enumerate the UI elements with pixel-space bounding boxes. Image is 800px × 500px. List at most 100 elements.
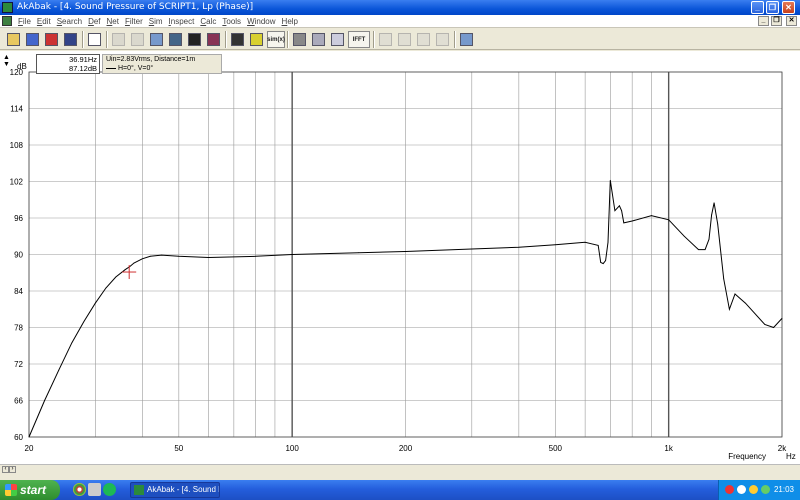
legend-swatch	[106, 67, 116, 69]
scroll-up-icon[interactable]: ▲	[3, 54, 10, 61]
menu-tools[interactable]: Tools	[219, 16, 244, 27]
battery-icon[interactable]	[229, 31, 246, 48]
menu-filter[interactable]: Filter	[122, 16, 146, 27]
x-tick-label: 50	[174, 444, 183, 453]
data-point	[717, 223, 719, 225]
tray-icon-3[interactable]	[749, 485, 758, 494]
start-label: start	[20, 483, 47, 497]
data-point	[614, 210, 616, 212]
grid-icon[interactable]	[329, 31, 346, 48]
tray-icon-4[interactable]	[761, 485, 770, 494]
cursor-icon[interactable]	[110, 31, 127, 48]
y-tick-label: 84	[14, 287, 23, 296]
data-point	[619, 205, 620, 207]
menu-edit[interactable]: Edit	[34, 16, 54, 27]
x-tick-label: 20	[25, 444, 34, 453]
data-point	[698, 249, 699, 251]
zoom-icon[interactable]	[310, 31, 327, 48]
speaker-icon-glyph	[45, 33, 58, 46]
sim-label[interactable]: sim(x)	[267, 31, 285, 48]
maximize-button[interactable]: ❐	[766, 1, 779, 14]
minimize-button[interactable]: _	[751, 1, 764, 14]
y-tick-label: 66	[14, 397, 23, 406]
save-icon-glyph	[26, 33, 39, 46]
nav-right-icon[interactable]	[396, 31, 413, 48]
y-tick-label: 114	[10, 105, 23, 114]
document-icon[interactable]	[2, 16, 12, 26]
table-icon[interactable]	[458, 31, 475, 48]
data-point	[605, 260, 607, 261]
data-point	[44, 400, 45, 401]
menu-sim[interactable]: Sim	[146, 16, 166, 27]
menu-window[interactable]: Window	[244, 16, 278, 27]
scroll-right-icon[interactable]: ›	[9, 466, 16, 473]
data-point	[764, 324, 766, 325]
frequency-response-chart[interactable]: 6066727884909610210811412020 50 100 200 500 1…	[0, 51, 800, 464]
mdi-restore-button[interactable]: ❐	[771, 16, 782, 26]
close-button[interactable]: ✕	[782, 1, 795, 14]
toolbar-separator	[82, 31, 84, 48]
marker-icon[interactable]	[205, 31, 222, 48]
tray-icon-1[interactable]	[725, 485, 734, 494]
data-point	[149, 255, 151, 257]
data-point	[105, 287, 107, 289]
y-tick-label: 96	[14, 214, 23, 223]
data-point	[83, 321, 85, 322]
cursor-readout: 36.91Hz 87.12dB	[36, 54, 100, 74]
y-tick-label: 108	[10, 141, 24, 150]
circuit-icon[interactable]	[62, 31, 79, 48]
data-point	[723, 278, 725, 280]
menu-help[interactable]: Help	[279, 16, 301, 27]
toolbar-separator	[454, 31, 456, 48]
mdi-close-button[interactable]: ✕	[786, 16, 797, 26]
y-tick-label: 90	[14, 251, 23, 260]
menu-net[interactable]: Net	[104, 16, 122, 27]
filter-icon[interactable]	[167, 31, 184, 48]
menu-file[interactable]: File	[15, 16, 34, 27]
data-point	[592, 243, 594, 245]
axis-icon[interactable]	[291, 31, 308, 48]
y-tick-label: 72	[14, 360, 23, 369]
data-point	[631, 220, 633, 222]
open-icon[interactable]	[5, 31, 22, 48]
menu-calc[interactable]: Calc	[197, 16, 219, 27]
save-icon[interactable]	[24, 31, 41, 48]
taskbar-akabak-button[interactable]: AkAbak - [4. Sound P...	[130, 482, 220, 498]
chrome-icon[interactable]	[73, 483, 86, 496]
data-point	[668, 219, 670, 221]
windows-flag-icon	[5, 484, 17, 496]
start-button[interactable]: start	[0, 480, 60, 500]
data-point	[518, 246, 520, 248]
data-point	[133, 262, 135, 264]
ifft-label[interactable]: IFFT	[348, 31, 370, 48]
nav-up-icon[interactable]	[415, 31, 432, 48]
legend-series-label: H=0°, V=0°	[118, 65, 154, 72]
compare-icon[interactable]	[148, 31, 165, 48]
nav-left-icon[interactable]	[377, 31, 394, 48]
toolbar-separator	[225, 31, 227, 48]
tray-icon-2[interactable]	[737, 485, 746, 494]
nav-down-icon[interactable]	[434, 31, 451, 48]
data-point	[554, 244, 556, 246]
data-point	[708, 238, 710, 240]
meter-icon[interactable]	[248, 31, 265, 48]
scroll-left-icon[interactable]: ‹	[2, 466, 9, 473]
data-point	[745, 302, 746, 304]
cursor-up-icon[interactable]	[129, 31, 146, 48]
new-chart-icon[interactable]	[86, 31, 103, 48]
menu-def[interactable]: Def	[85, 16, 103, 27]
app-quicklaunch-icon[interactable]	[88, 483, 101, 496]
x-tick-label: 200	[399, 444, 413, 453]
data-point	[621, 210, 623, 212]
scroll-down-icon[interactable]: ▼	[3, 61, 10, 68]
plot-icon[interactable]	[186, 31, 203, 48]
mdi-minimize-button[interactable]: _	[758, 16, 769, 26]
app-icon[interactable]	[2, 2, 13, 13]
marker-icon-glyph	[207, 33, 220, 46]
menu-inspect[interactable]: Inspect	[166, 16, 198, 27]
legend-line-2: H=0°, V=0°	[106, 64, 221, 73]
speaker-icon[interactable]	[43, 31, 60, 48]
spotify-icon[interactable]	[103, 483, 116, 496]
menu-search[interactable]: Search	[54, 16, 85, 27]
data-point	[124, 269, 126, 271]
